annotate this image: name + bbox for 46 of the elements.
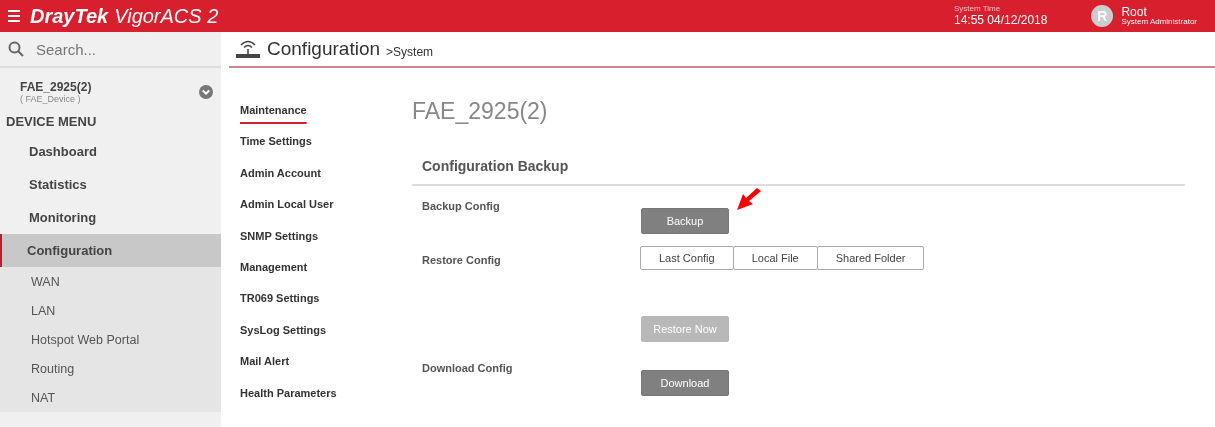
settings-tab[interactable]: Time Settings — [240, 131, 412, 163]
restore-option[interactable]: Local File — [732, 246, 818, 270]
settings-tab[interactable]: Health Parameters — [240, 382, 412, 414]
settings-tab[interactable]: TR069 Settings — [240, 288, 412, 320]
menu-item[interactable]: Configuration — [0, 234, 221, 267]
user-name: Root — [1121, 5, 1148, 19]
row-label: Download Config — [421, 362, 514, 374]
settings-tab[interactable]: Admin Account — [240, 162, 412, 195]
search-icon — [8, 41, 24, 57]
router-icon — [235, 39, 261, 59]
settings-tab[interactable]: Admin Local User — [240, 194, 412, 226]
brand-logo: DrayTek — [30, 4, 109, 28]
settings-tab[interactable]: SNMP Settings — [240, 225, 412, 257]
device-group: ( FAE_Device ) — [20, 94, 92, 104]
submenu-item[interactable]: Routing — [0, 354, 221, 383]
chevron-down-icon[interactable] — [199, 85, 213, 99]
settings-tab[interactable]: Mail Alert — [240, 351, 412, 383]
search-field[interactable]: Search... — [34, 39, 198, 59]
settings-tab[interactable]: Management — [240, 256, 412, 289]
product-name: VigorACS 2 — [114, 4, 219, 28]
page-title: Configuration — [267, 38, 381, 60]
menu-item[interactable]: Dashboard — [0, 135, 221, 168]
row-label: Restore Config — [421, 254, 502, 266]
row-label: Backup Config — [421, 200, 501, 212]
submenu-item[interactable]: WAN — [0, 267, 221, 296]
device-name: FAE_2925(2) — [20, 80, 92, 94]
menu-heading: DEVICE MENU — [5, 113, 98, 131]
breadcrumb: >System — [386, 45, 434, 59]
restore-option[interactable]: Shared Folder — [816, 246, 925, 270]
action-button[interactable]: Backup — [641, 208, 729, 234]
user-role: System Administrator — [1121, 18, 1197, 27]
submenu-item[interactable]: NAT — [0, 383, 221, 412]
menu-item[interactable]: Statistics — [0, 168, 221, 201]
device-title: FAE_2925(2) — [412, 98, 549, 126]
arrow-icon — [735, 188, 763, 212]
menu-icon[interactable] — [8, 10, 20, 22]
submenu-item[interactable]: Hotspot Web Portal — [0, 325, 221, 354]
system-time-label: System Time — [954, 5, 1002, 14]
restore-option[interactable]: Last Config — [640, 246, 734, 270]
section-title: Configuration Backup — [412, 136, 1185, 186]
settings-tab[interactable]: Maintenance — [240, 100, 412, 132]
action-button[interactable]: Download — [641, 370, 729, 396]
system-time: 14:55 04/12/2018 — [954, 13, 1048, 27]
menu-item[interactable]: Monitoring — [0, 201, 221, 234]
settings-tab[interactable]: SysLog Settings — [240, 319, 412, 352]
submenu-item[interactable]: LAN — [0, 296, 221, 325]
